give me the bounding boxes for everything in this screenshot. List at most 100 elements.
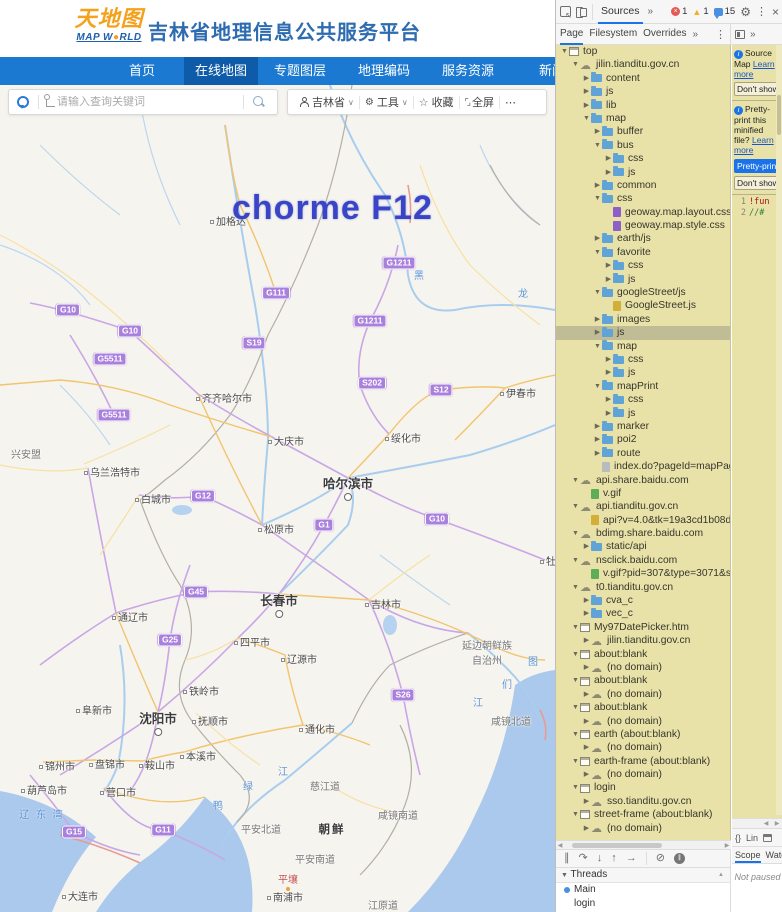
expanded-arrow-icon[interactable]: ▼ (560, 45, 569, 58)
tree-row[interactable]: ▼googleStreet/js (556, 286, 730, 299)
expanded-arrow-icon[interactable]: ▼ (593, 286, 602, 299)
code-viewer[interactable]: 1!fun 2//# (732, 195, 782, 219)
more-tabs-icon[interactable]: » (750, 29, 756, 40)
collapsed-arrow-icon[interactable]: ▶ (593, 447, 602, 460)
more-tabs-icon[interactable]: » (693, 29, 699, 40)
collapsed-arrow-icon[interactable]: ▶ (582, 607, 591, 620)
collapsed-arrow-icon[interactable]: ▶ (604, 366, 613, 379)
route-icon[interactable] (46, 98, 55, 107)
tree-row[interactable]: ▼street-frame (about:blank) (556, 808, 730, 821)
collapsed-arrow-icon[interactable]: ▶ (593, 125, 602, 138)
collapsed-arrow-icon[interactable]: ▶ (593, 326, 602, 339)
expanded-arrow-icon[interactable]: ▼ (593, 192, 602, 205)
tree-row[interactable]: ▶css (556, 393, 730, 406)
site-logo[interactable]: 天地图 MAP W●RLD (74, 6, 144, 43)
collapsed-arrow-icon[interactable]: ▶ (582, 85, 591, 98)
tree-row[interactable]: ▶earth/js (556, 232, 730, 245)
deactivate-breakpoints-icon[interactable]: ⊘ (656, 850, 665, 867)
tab-sources[interactable]: Sources (598, 0, 643, 24)
expanded-arrow-icon[interactable]: ▼ (571, 728, 580, 741)
expanded-arrow-icon[interactable]: ▼ (571, 648, 580, 661)
tree-row[interactable]: ▼mapPrint (556, 380, 730, 393)
tree-row[interactable]: ▶static/api (556, 540, 730, 553)
expanded-arrow-icon[interactable]: ▼ (571, 781, 580, 794)
tree-row[interactable]: ▶vec_c (556, 607, 730, 620)
toggle-sidebar-icon[interactable] (735, 30, 745, 39)
collapsed-arrow-icon[interactable]: ▶ (604, 152, 613, 165)
device-toolbar-icon[interactable] (576, 6, 587, 17)
dont-show-again-button[interactable]: Don't show again (734, 176, 780, 190)
expanded-arrow-icon[interactable]: ▼ (593, 246, 602, 259)
tree-row[interactable]: ▶css (556, 259, 730, 272)
thread-item[interactable]: Main (556, 883, 730, 897)
tree-row[interactable]: ▼api.tianditu.gov.cn (556, 500, 730, 513)
search-icon[interactable] (253, 96, 265, 108)
expanded-arrow-icon[interactable]: ▼ (593, 139, 602, 152)
collapsed-arrow-icon[interactable]: ▶ (593, 313, 602, 326)
collapsed-arrow-icon[interactable]: ▶ (593, 179, 602, 192)
tree-row[interactable]: ▶js (556, 166, 730, 179)
step-out-icon[interactable]: ↑ (611, 850, 617, 867)
error-badge[interactable]: ×1 (671, 6, 687, 17)
tree-row[interactable]: ▶cva_c (556, 594, 730, 607)
nav-item[interactable]: 服务资源 (426, 57, 510, 85)
collapsed-arrow-icon[interactable]: ▶ (604, 393, 613, 406)
collapsed-arrow-icon[interactable]: ▶ (593, 433, 602, 446)
tree-row[interactable]: ▼t0.tianditu.gov.cn (556, 581, 730, 594)
tree-row[interactable]: index.do?pageId=mapPage (556, 460, 730, 473)
collapsed-arrow-icon[interactable]: ▶ (582, 99, 591, 112)
nav-item[interactable]: 专题图层 (258, 57, 342, 85)
tree-row[interactable]: ▼map (556, 112, 730, 125)
nav-item[interactable]: 新闻 (510, 57, 555, 85)
tree-row[interactable]: ▼bus (556, 139, 730, 152)
expanded-arrow-icon[interactable]: ▼ (571, 527, 580, 540)
tab-scope[interactable]: Scope (735, 847, 761, 863)
tree-row[interactable]: ▶common (556, 179, 730, 192)
collapsed-arrow-icon[interactable]: ▶ (582, 688, 591, 701)
tree-row[interactable]: ▶(no domain) (556, 741, 730, 754)
tab-watch[interactable]: Watch (766, 847, 782, 863)
fullscreen-button[interactable]: ⌜⌟全屏 (460, 94, 499, 110)
expanded-arrow-icon[interactable]: ▼ (571, 701, 580, 714)
threads-header[interactable]: ▼ Threads▲ (556, 868, 730, 883)
tree-row[interactable]: ▼earth-frame (about:blank) (556, 755, 730, 768)
tree-horizontal-scrollbar[interactable]: ◀ ▶ (556, 840, 731, 849)
tree-row[interactable]: ▼login (556, 781, 730, 794)
tree-row[interactable]: ▶marker (556, 420, 730, 433)
editor-scrollbar[interactable] (776, 45, 782, 815)
tab-filesystem[interactable]: Filesystem (589, 24, 637, 45)
region-selector[interactable]: 吉林省∨ (294, 94, 359, 110)
expanded-arrow-icon[interactable]: ▼ (593, 380, 602, 393)
close-icon[interactable]: × (772, 5, 779, 19)
step-icon[interactable]: → (626, 850, 637, 867)
expanded-arrow-icon[interactable]: ▼ (571, 808, 580, 821)
tree-row[interactable]: ▼favorite (556, 246, 730, 259)
tree-row[interactable]: ▶content (556, 72, 730, 85)
more-tabs-icon[interactable]: » (648, 6, 654, 17)
tree-row[interactable]: api?v=4.0&tk=19a3cd1b08ddbfeb3701f (556, 514, 730, 527)
collapsed-arrow-icon[interactable]: ▶ (582, 661, 591, 674)
collapsed-arrow-icon[interactable]: ▶ (604, 259, 613, 272)
tree-row[interactable]: ▶js (556, 326, 730, 339)
tree-row[interactable]: ▶(no domain) (556, 822, 730, 835)
tree-row[interactable]: ▼about:blank (556, 648, 730, 661)
issues-badge[interactable]: 15 (714, 6, 736, 17)
collapsed-arrow-icon[interactable]: ▶ (582, 594, 591, 607)
tree-row[interactable]: ▶buffer (556, 125, 730, 138)
tree-row[interactable]: ▶js (556, 407, 730, 420)
scroll-left-arrow[interactable]: ◀ (762, 820, 770, 827)
tree-row[interactable]: ▶jilin.tianditu.gov.cn (556, 634, 730, 647)
tree-row[interactable]: ▼about:blank (556, 701, 730, 714)
collapsed-arrow-icon[interactable]: ▶ (582, 72, 591, 85)
expanded-arrow-icon[interactable]: ▼ (571, 581, 580, 594)
dont-show-again-button[interactable]: Don't show again (734, 82, 780, 96)
tree-row[interactable]: ▶poi2 (556, 433, 730, 446)
expanded-arrow-icon[interactable]: ▼ (582, 112, 591, 125)
scrollbar-thumb[interactable] (572, 843, 662, 848)
search-input[interactable] (57, 96, 238, 108)
expanded-arrow-icon[interactable]: ▼ (571, 621, 580, 634)
expanded-arrow-icon[interactable]: ▼ (571, 474, 580, 487)
inspect-element-icon[interactable] (560, 6, 571, 17)
expanded-arrow-icon[interactable]: ▼ (593, 340, 602, 353)
thread-item[interactable]: login (556, 897, 730, 911)
